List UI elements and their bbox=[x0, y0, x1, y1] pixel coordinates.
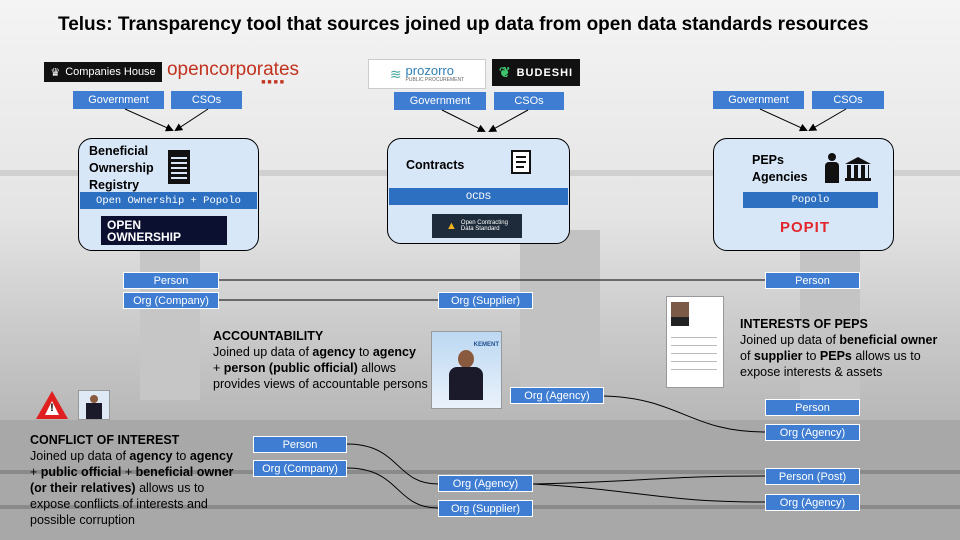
node-person-bottom: Person bbox=[253, 436, 347, 453]
accountability-title: ACCOUNTABILITY bbox=[213, 329, 324, 343]
node-org-agency-right: Org (Agency) bbox=[765, 424, 860, 441]
node-person-post: Person (Post) bbox=[765, 468, 860, 485]
pep-profile-photo bbox=[666, 296, 724, 388]
node-org-company-left: Org (Company) bbox=[123, 292, 219, 309]
accountability-block: ACCOUNTABILITY Joined up data of agency … bbox=[213, 328, 433, 392]
node-org-agency-mid: Org (Agency) bbox=[510, 387, 604, 404]
node-org-agency-bottom-right: Org (Agency) bbox=[765, 494, 860, 511]
node-org-supplier-bottom: Org (Supplier) bbox=[438, 500, 533, 517]
node-org-agency-bottom: Org (Agency) bbox=[438, 475, 533, 492]
interests-block: INTERESTS OF PEPS Joined up data of bene… bbox=[740, 316, 955, 380]
interests-title: INTERESTS OF PEPS bbox=[740, 317, 868, 331]
node-person-right-2: Person bbox=[765, 399, 860, 416]
warning-exclamation: ! bbox=[50, 402, 54, 414]
node-org-company-bottom: Org (Company) bbox=[253, 460, 347, 477]
official-small-photo bbox=[78, 390, 110, 420]
conflict-title: CONFLICT OF INTEREST bbox=[30, 433, 180, 447]
conflict-block: CONFLICT OF INTEREST Joined up data of a… bbox=[30, 432, 245, 528]
node-org-supplier-mid: Org (Supplier) bbox=[438, 292, 533, 309]
node-person-right: Person bbox=[765, 272, 860, 289]
official-portrait-photo: KEMENT bbox=[431, 331, 502, 409]
node-person-left: Person bbox=[123, 272, 219, 289]
